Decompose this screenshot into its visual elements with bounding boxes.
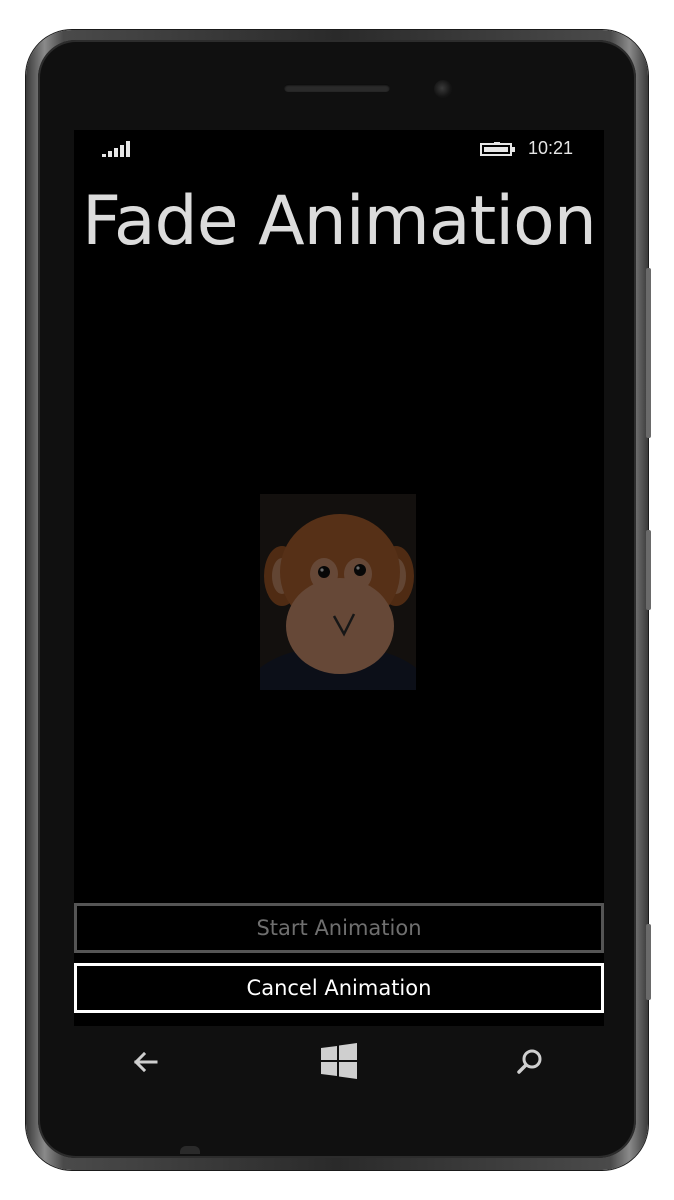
- volume-button: [646, 268, 651, 438]
- phone-screen: 10:21 Fade Animation Start Animation Can…: [74, 130, 604, 1026]
- front-camera: [434, 80, 452, 98]
- page-title: Fade Animation: [82, 182, 597, 261]
- monkey-photo: [260, 494, 416, 690]
- start-animation-button[interactable]: Start Animation: [74, 903, 604, 953]
- battery-charging-icon: [480, 142, 515, 156]
- status-bar: 10:21: [74, 130, 604, 166]
- power-button: [646, 530, 651, 610]
- signal-strength-icon: [102, 141, 132, 157]
- hardware-nav-bar: [74, 1026, 604, 1096]
- back-arrow-icon[interactable]: [126, 1042, 166, 1082]
- status-time: 10:21: [528, 138, 574, 158]
- camera-button: [646, 924, 651, 1000]
- earpiece-speaker: [284, 84, 390, 92]
- windows-logo-icon[interactable]: [319, 1042, 359, 1082]
- search-icon[interactable]: [510, 1042, 550, 1082]
- microphone-port: [180, 1146, 200, 1154]
- cancel-animation-button[interactable]: Cancel Animation: [74, 963, 604, 1013]
